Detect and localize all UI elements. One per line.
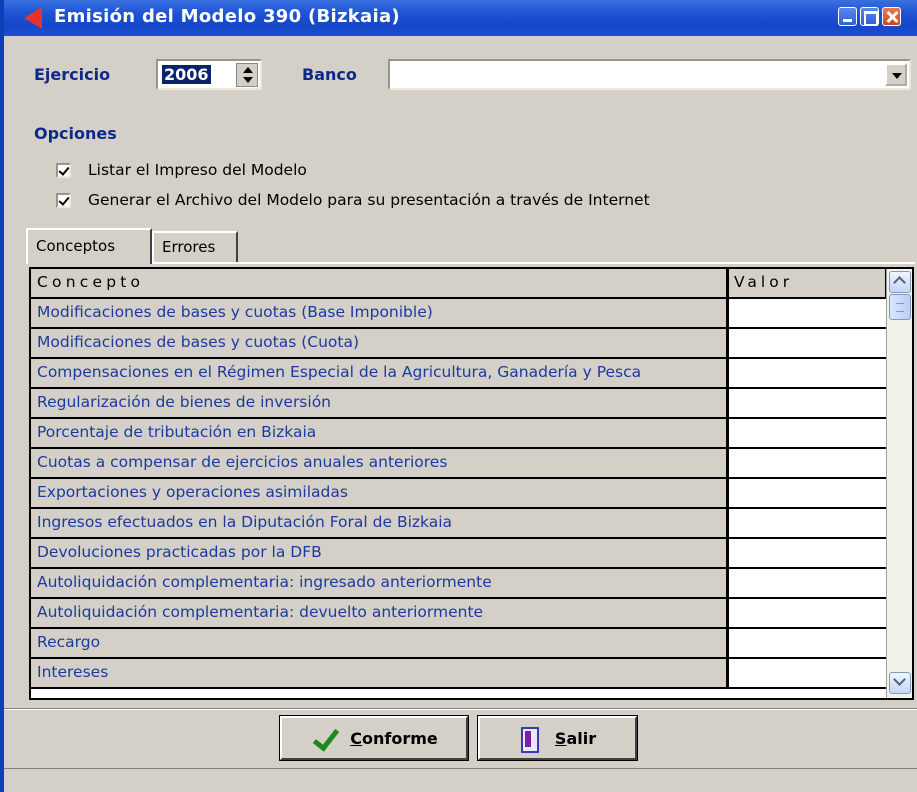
ejercicio-spinner[interactable]: 2006 xyxy=(156,59,262,90)
checkmark-icon xyxy=(310,727,340,749)
table-row[interactable]: Modificaciones de bases y cuotas (Base I… xyxy=(31,299,886,329)
checkbox-generar-archivo[interactable] xyxy=(56,192,71,208)
concepto-cell: Porcentaje de tributación en Bizkaia xyxy=(31,419,729,447)
table-row[interactable]: Modificaciones de bases y cuotas (Cuota) xyxy=(31,329,886,359)
main-window: Emisión del Modelo 390 (Bizkaia) Ejercic… xyxy=(0,0,917,792)
concepto-cell: Modificaciones de bases y cuotas (Base I… xyxy=(31,299,729,327)
option-label: Generar el Archivo del Modelo para su pr… xyxy=(88,191,650,209)
spin-up-icon[interactable] xyxy=(243,67,253,73)
tab-conceptos[interactable]: Conceptos xyxy=(26,228,152,264)
salir-button[interactable]: Salir xyxy=(477,715,638,761)
valor-cell[interactable] xyxy=(729,569,886,597)
option-label: Listar el Impreso del Modelo xyxy=(88,161,307,179)
opciones-title: Opciones xyxy=(34,124,117,143)
banco-label: Banco xyxy=(302,65,357,84)
valor-cell[interactable] xyxy=(729,299,886,327)
status-bar xyxy=(4,768,917,792)
table-row[interactable]: Intereses xyxy=(31,659,886,689)
scroll-up-icon[interactable] xyxy=(889,271,911,293)
table-row[interactable]: Regularización de bienes de inversión xyxy=(31,389,886,419)
valor-cell[interactable] xyxy=(729,479,886,507)
table-row[interactable]: Exportaciones y operaciones asimiladas xyxy=(31,479,886,509)
spinner-buttons[interactable] xyxy=(236,63,258,87)
maximize-button[interactable] xyxy=(860,7,879,26)
table-row[interactable]: Autoliquidación complementaria: ingresad… xyxy=(31,569,886,599)
table-row[interactable]: Autoliquidación complementaria: devuelto… xyxy=(31,599,886,629)
table-row[interactable]: Porcentaje de tributación en Bizkaia xyxy=(31,419,886,449)
column-header-concepto[interactable]: Concepto xyxy=(31,269,729,297)
table-row[interactable]: Devoluciones practicadas por la DFB xyxy=(31,539,886,569)
column-header-valor[interactable]: Valor xyxy=(729,269,886,297)
banco-dropdown-button[interactable] xyxy=(885,63,907,86)
concepto-cell: Compensaciones en el Régimen Especial de… xyxy=(31,359,729,387)
concepto-cell: Autoliquidación complementaria: ingresad… xyxy=(31,569,729,597)
table-row[interactable]: Recargo xyxy=(31,629,886,659)
valor-cell[interactable] xyxy=(729,449,886,477)
valor-cell[interactable] xyxy=(729,659,886,687)
concepto-cell: Intereses xyxy=(31,659,729,687)
valor-cell[interactable] xyxy=(729,509,886,537)
valor-cell[interactable] xyxy=(729,329,886,357)
conforme-label: Conforme xyxy=(350,728,438,748)
conforme-button[interactable]: Conforme xyxy=(279,715,469,761)
tab-errores[interactable]: Errores xyxy=(152,231,238,262)
valor-cell[interactable] xyxy=(729,599,886,627)
valor-cell[interactable] xyxy=(729,419,886,447)
grid-header: Concepto Valor xyxy=(31,269,886,299)
window-title: Emisión del Modelo 390 (Bizkaia) xyxy=(54,6,400,27)
table-row[interactable]: Compensaciones en el Régimen Especial de… xyxy=(31,359,886,389)
concepto-cell: Regularización de bienes de inversión xyxy=(31,389,729,417)
banco-select[interactable] xyxy=(388,59,911,90)
checkbox-listar-impreso[interactable] xyxy=(56,162,71,178)
spin-down-icon[interactable] xyxy=(243,77,253,83)
close-button[interactable] xyxy=(882,7,901,26)
concepto-cell: Modificaciones de bases y cuotas (Cuota) xyxy=(31,329,729,357)
table-row[interactable]: Ingresos efectuados en la Diputación For… xyxy=(31,509,886,539)
separator xyxy=(4,708,917,710)
salir-label: Salir xyxy=(554,728,597,748)
valor-cell[interactable] xyxy=(729,629,886,657)
conceptos-grid[interactable]: Concepto Valor Modificaciones de bases y… xyxy=(29,267,914,700)
exit-door-icon xyxy=(519,725,543,753)
ejercicio-label: Ejercicio xyxy=(34,65,111,84)
concepto-cell: Autoliquidación complementaria: devuelto… xyxy=(31,599,729,627)
app-arrow-icon xyxy=(24,7,42,29)
valor-cell[interactable] xyxy=(729,359,886,387)
option-generar-archivo[interactable]: Generar el Archivo del Modelo para su pr… xyxy=(56,191,650,209)
valor-cell[interactable] xyxy=(729,389,886,417)
table-row[interactable]: Cuotas a compensar de ejercicios anuales… xyxy=(31,449,886,479)
concepto-cell: Devoluciones practicadas por la DFB xyxy=(31,539,729,567)
title-bar[interactable]: Emisión del Modelo 390 (Bizkaia) xyxy=(4,0,917,36)
option-listar-impreso[interactable]: Listar el Impreso del Modelo xyxy=(56,161,307,179)
concepto-cell: Recargo xyxy=(31,629,729,657)
concepto-cell: Exportaciones y operaciones asimiladas xyxy=(31,479,729,507)
minimize-button[interactable] xyxy=(838,7,857,26)
chevron-down-icon xyxy=(892,73,902,79)
concepto-cell: Ingresos efectuados en la Diputación For… xyxy=(31,509,729,537)
ejercicio-value[interactable]: 2006 xyxy=(162,65,211,84)
valor-cell[interactable] xyxy=(729,539,886,567)
scroll-thumb[interactable] xyxy=(889,294,911,320)
grid-scrollbar[interactable] xyxy=(886,269,912,698)
scroll-down-icon[interactable] xyxy=(889,672,911,694)
concepto-cell: Cuotas a compensar de ejercicios anuales… xyxy=(31,449,729,477)
